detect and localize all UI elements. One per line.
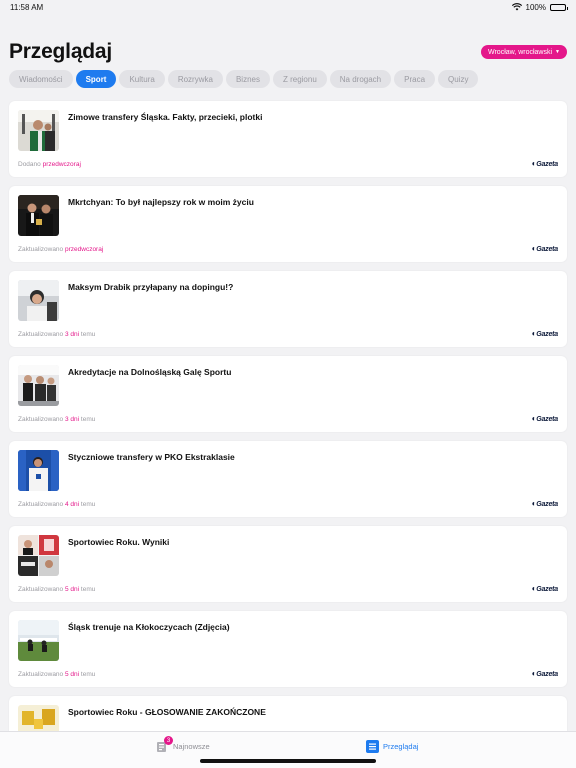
source-name: Gazeta bbox=[536, 586, 558, 593]
location-label: Wrocław, wrocławski bbox=[487, 48, 553, 56]
chevron-down-icon: ▼ bbox=[555, 49, 560, 55]
article-list: Zimowe transfery Śląska. Fakty, przeciek… bbox=[9, 101, 567, 768]
tab-z-regionu[interactable]: Z regionu bbox=[272, 70, 327, 88]
article-title: Maksym Drabik przyłapany na dopingu!? bbox=[68, 282, 234, 292]
article-title: Śląsk trenuje na Kłokoczycach (Zdjęcia) bbox=[68, 622, 230, 632]
source-name: Gazeta bbox=[536, 161, 558, 168]
article-title: Mkrtchyan: To był najlepszy rok w moim ż… bbox=[68, 197, 254, 207]
meta-suffix: temu bbox=[80, 416, 96, 423]
source-logo: ◐Gazeta bbox=[532, 244, 559, 253]
meta-label: Zaktualizowano bbox=[18, 246, 64, 253]
tab-biznes[interactable]: Biznes bbox=[225, 70, 270, 88]
article-thumbnail bbox=[18, 110, 59, 151]
article-meta: Zaktualizowano 4 dni temu bbox=[18, 501, 95, 508]
battery-percent: 100% bbox=[525, 2, 546, 12]
meta-suffix: temu bbox=[80, 501, 96, 508]
article-thumbnail bbox=[18, 365, 59, 406]
article-title: Sportowiec Roku. Wyniki bbox=[68, 537, 170, 547]
article-title: Styczniowe transfery w PKO Ekstraklasie bbox=[68, 452, 235, 462]
status-right: 100% bbox=[511, 2, 568, 12]
article-title: Sportowiec Roku - GŁOSOWANIE ZAKOŃCZONE bbox=[68, 707, 266, 717]
article-meta: Dodano przedwczoraj bbox=[18, 161, 81, 168]
source-logo: ◐Gazeta bbox=[532, 159, 559, 168]
article-card[interactable]: Śląsk trenuje na Kłokoczycach (Zdjęcia) … bbox=[9, 611, 567, 687]
tab-rozrywka[interactable]: Rozrywka bbox=[167, 70, 223, 88]
meta-label: Zaktualizowano bbox=[18, 671, 64, 678]
tab-na-drogach[interactable]: Na drogach bbox=[329, 70, 392, 88]
meta-when: 5 dni bbox=[64, 586, 80, 593]
source-logo: ◐Gazeta bbox=[532, 669, 559, 678]
article-card[interactable]: Maksym Drabik przyłapany na dopingu!? Za… bbox=[9, 271, 567, 347]
meta-label: Dodano bbox=[18, 161, 41, 168]
page-title: Przeglądaj bbox=[9, 40, 113, 63]
meta-when: 3 dni bbox=[64, 416, 80, 423]
tab-kultura[interactable]: Kultura bbox=[119, 70, 165, 88]
meta-label: Zaktualizowano bbox=[18, 501, 64, 508]
article-thumbnail bbox=[18, 280, 59, 321]
article-title: Zimowe transfery Śląska. Fakty, przeciek… bbox=[68, 112, 263, 122]
article-card[interactable]: Styczniowe transfery w PKO Ekstraklasie … bbox=[9, 441, 567, 517]
source-logo: ◐Gazeta bbox=[532, 414, 559, 423]
source-name: Gazeta bbox=[536, 246, 558, 253]
article-card[interactable]: Sportowiec Roku. Wyniki Zaktualizowano 5… bbox=[9, 526, 567, 602]
article-meta: Zaktualizowano 3 dni temu bbox=[18, 331, 95, 338]
article-thumbnail bbox=[18, 535, 59, 576]
tab-quizy[interactable]: Quizy bbox=[438, 70, 479, 88]
category-tabs: Wiadomości Sport Kultura Rozrywka Biznes… bbox=[9, 70, 479, 88]
home-indicator bbox=[200, 759, 376, 763]
meta-when: 3 dni bbox=[64, 331, 80, 338]
article-card[interactable]: Zimowe transfery Śląska. Fakty, przeciek… bbox=[9, 101, 567, 177]
wifi-icon bbox=[511, 3, 522, 11]
source-logo: ◐Gazeta bbox=[532, 499, 559, 508]
meta-when: przedwczoraj bbox=[42, 161, 81, 168]
nav-browse-label: Przeglądaj bbox=[383, 742, 419, 751]
nav-newest-label: Najnowsze bbox=[173, 742, 210, 751]
location-button[interactable]: Wrocław, wrocławski ▼ bbox=[480, 45, 567, 59]
newspaper-icon: 3 bbox=[156, 736, 173, 753]
article-meta: Zaktualizowano przedwczoraj bbox=[18, 246, 103, 253]
source-name: Gazeta bbox=[536, 331, 558, 338]
source-logo: ◐Gazeta bbox=[532, 584, 559, 593]
source-name: Gazeta bbox=[536, 671, 558, 678]
meta-when: 4 dni bbox=[64, 501, 80, 508]
source-name: Gazeta bbox=[536, 416, 558, 423]
article-card[interactable]: Akredytacje na Dolnośląską Galę Sportu Z… bbox=[9, 356, 567, 432]
article-thumbnail bbox=[18, 195, 59, 236]
article-meta: Zaktualizowano 5 dni temu bbox=[18, 671, 95, 678]
nav-browse[interactable]: Przeglądaj bbox=[366, 740, 418, 753]
source-logo: ◐Gazeta bbox=[532, 329, 559, 338]
tab-praca[interactable]: Praca bbox=[394, 70, 436, 88]
article-card[interactable]: Mkrtchyan: To był najlepszy rok w moim ż… bbox=[9, 186, 567, 262]
meta-suffix: temu bbox=[80, 586, 96, 593]
tab-sport[interactable]: Sport bbox=[75, 70, 117, 88]
article-thumbnail bbox=[18, 450, 59, 491]
meta-label: Zaktualizowano bbox=[18, 416, 64, 423]
meta-label: Zaktualizowano bbox=[18, 586, 64, 593]
source-name: Gazeta bbox=[536, 501, 558, 508]
nav-newest[interactable]: 3 Najnowsze bbox=[156, 736, 210, 753]
article-meta: Zaktualizowano 3 dni temu bbox=[18, 416, 95, 423]
tab-wiadomosci[interactable]: Wiadomości bbox=[9, 70, 73, 88]
meta-label: Zaktualizowano bbox=[18, 331, 64, 338]
status-bar: 11:58 AM 100% bbox=[0, 0, 576, 14]
meta-suffix: temu bbox=[80, 331, 96, 338]
bottom-tab-bar: 3 Najnowsze Przeglądaj bbox=[0, 731, 576, 768]
article-meta: Zaktualizowano 5 dni temu bbox=[18, 586, 95, 593]
status-time: 11:58 AM bbox=[10, 2, 44, 12]
meta-suffix: temu bbox=[80, 671, 96, 678]
list-icon bbox=[366, 740, 379, 753]
battery-icon bbox=[550, 3, 568, 11]
meta-when: przedwczoraj bbox=[64, 246, 104, 253]
meta-when: 5 dni bbox=[64, 671, 80, 678]
newest-badge: 3 bbox=[164, 736, 173, 745]
article-thumbnail bbox=[18, 620, 59, 661]
article-title: Akredytacje na Dolnośląską Galę Sportu bbox=[68, 367, 232, 377]
